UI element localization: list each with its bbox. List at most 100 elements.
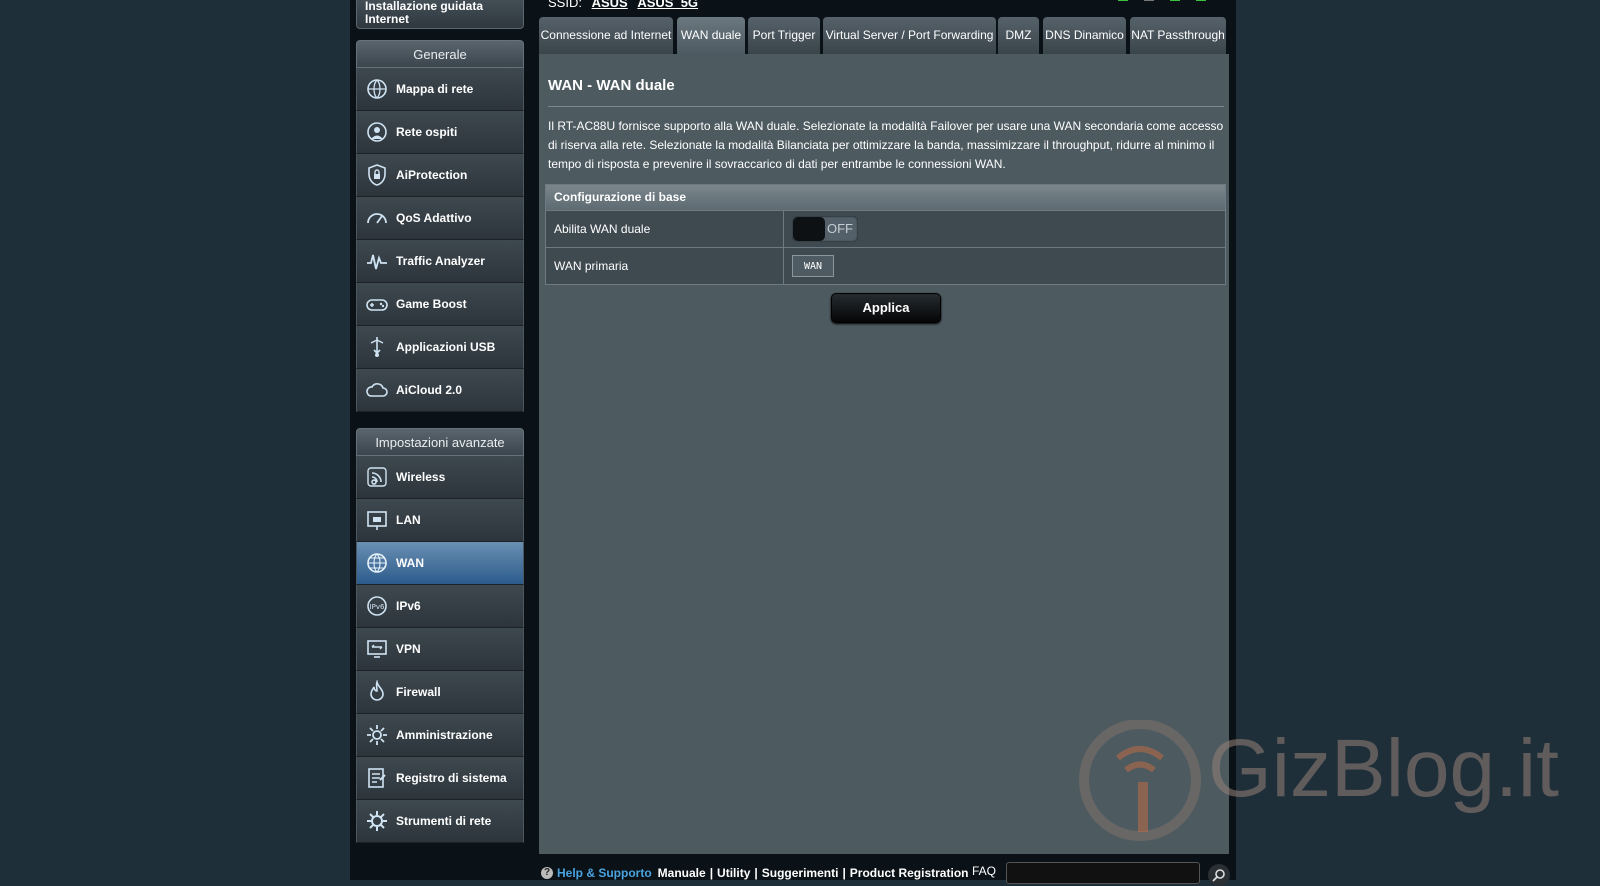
footer-separator: | [842,866,846,880]
sidebar-item-label: Firewall [396,685,441,699]
sidebar-item-wireless[interactable]: Wireless [356,456,524,499]
config-table-header: Configurazione di base [546,185,1225,210]
quick-setup-label: Installazione guidata Internet [365,0,484,26]
watermark-text: GizBlog.it [1208,723,1559,814]
primary-wan-label: WAN primaria [546,248,784,284]
sidebar-item-label: Registro di sistema [396,771,507,785]
sidebar-item-ipv6[interactable]: IPv6 IPv6 [356,585,524,628]
apply-button[interactable]: Applica [831,293,941,323]
lan-icon [364,507,390,533]
status-icons [1118,0,1206,1]
gauge-icon [364,205,390,231]
sidebar-item-label: Traffic Analyzer [396,254,485,268]
config-row-enable: Abilita WAN duale OFF [546,210,1225,247]
sidebar-item-label: IPv6 [396,599,421,613]
help-support-link[interactable]: Help & Supporto [557,866,652,880]
title-divider [548,106,1224,107]
advanced-section-title: Impostazioni avanzate [356,428,524,456]
status-icon-2[interactable] [1144,0,1154,1]
footer-links: ? Help & Supporto Manuale | Utility | Sugger… [541,866,970,880]
tab-port-trigger[interactable]: Port Trigger [748,17,820,54]
faq-search-input[interactable] [1006,862,1200,884]
status-icon-1[interactable] [1118,0,1128,1]
advanced-menu: Wireless LAN WAN IPv6 IPv6 VPN Firewall Amminis… [356,456,524,843]
fire-icon [364,679,390,705]
svg-text:IPv6: IPv6 [370,603,385,611]
ssid-link-2[interactable]: ASUS_5G [637,0,698,10]
footer-link[interactable]: Utility [717,866,750,880]
general-menu: Mappa di rete Rete ospiti AiProtection QoS … [356,68,524,412]
config-table: Configurazione di base Abilita WAN duale… [545,184,1226,285]
sidebar-item-label: Applicazioni USB [396,340,496,354]
wireless-icon [364,464,390,490]
ssid-bar: SSID: ASUS ASUS_5G [548,0,698,10]
toggle-knob [793,217,825,241]
sidebar-item-applicazioni-usb[interactable]: Applicazioni USB [356,326,524,369]
tab-nat-passthrough[interactable]: NAT Passthrough [1130,17,1226,54]
cloud-icon [364,377,390,403]
tab-connessione-ad-internet[interactable]: Connessione ad Internet [539,17,673,54]
primary-wan-cell: WAN [784,248,1225,284]
search-icon[interactable] [1208,864,1230,886]
footer-link-list: Manuale | Utility | Suggerimenti | Product Reg… [656,866,971,880]
status-icon-4[interactable] [1196,0,1206,1]
toggle-state: OFF [827,221,853,236]
sidebar-item-amministrazione[interactable]: Amministrazione [356,714,524,757]
sidebar-item-strumenti-di-rete[interactable]: Strumenti di rete [356,800,524,843]
enable-dual-wan-cell: OFF [784,211,1225,247]
footer-link[interactable]: Product Registration [850,866,969,880]
ssid-link-1[interactable]: ASUS [592,0,628,10]
enable-dual-wan-label: Abilita WAN duale [546,211,784,247]
general-section-title: Generale [356,40,524,68]
sidebar-item-label: Rete ospiti [396,125,458,139]
sidebar-item-label: QoS Adattivo [396,211,472,225]
sidebar-item-wan[interactable]: WAN [356,542,524,585]
ssid-label: SSID: [548,0,582,10]
sidebar-item-game-boost[interactable]: Game Boost [356,283,524,326]
status-icon-3[interactable] [1170,0,1180,1]
tab-virtual-server-port-forwarding[interactable]: Virtual Server / Port Forwarding [823,17,996,54]
log-icon [364,765,390,791]
guest-network-icon [364,119,390,145]
globe-icon [364,550,390,576]
config-row-primary: WAN primaria WAN [546,247,1225,284]
primary-wan-select[interactable]: WAN [792,255,834,277]
tab-dns-dinamico[interactable]: DNS Dinamico [1043,17,1126,54]
quick-setup-button[interactable]: Installazione guidata Internet [356,0,524,29]
footer-separator: | [754,866,758,880]
gamepad-icon [364,291,390,317]
sidebar-item-label: Game Boost [396,297,467,311]
ipv6-icon: IPv6 [364,593,390,619]
shield-lock-icon [364,162,390,188]
traffic-graph-icon [364,248,390,274]
sidebar-item-aicloud-2-0[interactable]: AiCloud 2.0 [356,369,524,412]
sidebar-item-label: LAN [396,513,421,527]
sidebar-item-vpn[interactable]: VPN [356,628,524,671]
sidebar-item-mappa-di-rete[interactable]: Mappa di rete [356,68,524,111]
sidebar-item-rete-ospiti[interactable]: Rete ospiti [356,111,524,154]
sidebar-item-label: WAN [396,556,424,570]
sidebar-item-lan[interactable]: LAN [356,499,524,542]
footer-link[interactable]: Suggerimenti [762,866,839,880]
vpn-icon [364,636,390,662]
admin-gear-icon [364,722,390,748]
page-description: Il RT-AC88U fornisce supporto alla WAN d… [548,119,1224,171]
tab-dmz[interactable]: DMZ [998,17,1039,54]
sidebar-item-traffic-analyzer[interactable]: Traffic Analyzer [356,240,524,283]
dual-wan-toggle[interactable]: OFF [792,216,858,242]
sidebar-item-label: Strumenti di rete [396,814,492,828]
tools-gear-icon [364,808,390,834]
faq-label: FAQ [972,864,997,878]
sidebar-item-label: Amministrazione [396,728,493,742]
footer-separator: | [709,866,714,880]
page-title: WAN - WAN duale [548,77,675,94]
usb-icon [364,334,390,360]
sidebar-item-label: Wireless [396,470,446,484]
sidebar-item-registro-di-sistema[interactable]: Registro di sistema [356,757,524,800]
sidebar-item-label: VPN [396,642,421,656]
sidebar-item-aiprotection[interactable]: AiProtection [356,154,524,197]
sidebar-item-qos-adattivo[interactable]: QoS Adattivo [356,197,524,240]
sidebar-item-firewall[interactable]: Firewall [356,671,524,714]
tab-wan-duale[interactable]: WAN duale [677,17,745,54]
footer-link[interactable]: Manuale [658,866,706,880]
